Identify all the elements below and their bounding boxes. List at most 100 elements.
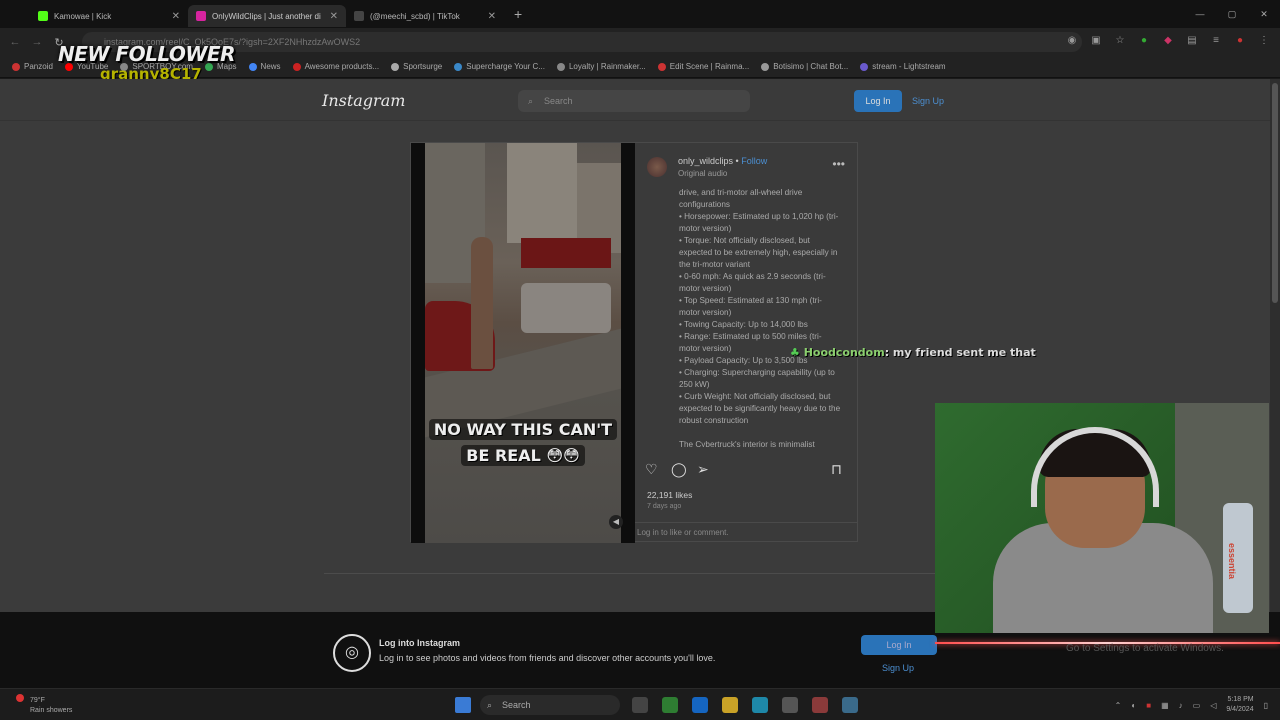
scrollbar-thumb[interactable] bbox=[1272, 83, 1278, 303]
weather-widget[interactable]: 79°F Rain showers bbox=[16, 694, 72, 716]
bookmark-icon bbox=[860, 62, 869, 71]
login-bar-login-button[interactable]: Log In bbox=[861, 635, 937, 655]
maximize-icon[interactable]: ▢ bbox=[1216, 9, 1248, 20]
extension-icon[interactable]: ◆ bbox=[1162, 35, 1174, 47]
kick-icon bbox=[38, 11, 48, 21]
clock-date: 9/4/2024 bbox=[1226, 706, 1254, 713]
page-scrollbar[interactable] bbox=[1270, 79, 1280, 612]
bookmark-loyalty[interactable]: Loyalty | Rainmaker... bbox=[553, 62, 650, 71]
bookmark-lightstream[interactable]: stream - Lightstream bbox=[856, 62, 949, 71]
task-view-icon[interactable] bbox=[632, 697, 648, 713]
search-icon: ⌕ bbox=[528, 96, 534, 106]
volume-icon[interactable]: ◁ bbox=[1210, 701, 1216, 710]
reel-video[interactable]: NO WAY THIS CAN'T BE REAL 😳😳 ◀ bbox=[411, 143, 635, 543]
chat-text: : my friend sent me that bbox=[884, 346, 1036, 359]
login-bar-title: Log into Instagram bbox=[379, 638, 460, 648]
close-icon[interactable]: ✕ bbox=[172, 11, 180, 22]
tray-app-icon[interactable]: ▦ bbox=[1161, 701, 1169, 710]
windows-start-icon[interactable] bbox=[455, 697, 471, 713]
new-tab-button[interactable]: + bbox=[514, 6, 522, 22]
shield-icon[interactable]: ● bbox=[1138, 35, 1150, 47]
close-icon[interactable]: ✕ bbox=[330, 11, 338, 22]
forward-icon[interactable]: → bbox=[26, 36, 48, 48]
tray-app-icon[interactable]: ■ bbox=[1146, 701, 1151, 710]
description-line: • Charging: Supercharging capability (up… bbox=[679, 368, 835, 389]
mute-icon[interactable]: ◀ bbox=[609, 515, 623, 529]
bookmark-botisimo[interactable]: Botisimo | Chat Bot... bbox=[757, 62, 852, 71]
puzzle-icon[interactable]: ▤ bbox=[1186, 35, 1198, 47]
water-bottle: essentia bbox=[1223, 503, 1253, 613]
bookmark-label: Panzoid bbox=[24, 62, 53, 71]
star-icon[interactable]: ☆ bbox=[1114, 35, 1126, 47]
chevron-up-icon[interactable]: ⌃ bbox=[1115, 701, 1122, 710]
edge-icon[interactable] bbox=[752, 697, 768, 713]
login-bar-signup-link[interactable]: Sign Up bbox=[882, 663, 914, 673]
description-line: • 0-60 mph: As quick as 2.9 seconds (tri… bbox=[679, 272, 826, 293]
store-icon[interactable] bbox=[692, 697, 708, 713]
tab-instagram[interactable]: OnlyWildClips | Just another di ✕ bbox=[188, 5, 346, 27]
chrome-icon[interactable] bbox=[842, 697, 858, 713]
instagram-icon bbox=[196, 11, 206, 21]
instagram-logo[interactable]: Instagram bbox=[322, 91, 405, 110]
bookmark-sportsurge[interactable]: Sportsurge bbox=[387, 62, 446, 71]
window-controls: — ▢ ✕ bbox=[1184, 0, 1280, 28]
video-caption: NO WAY THIS CAN'T BE REAL 😳😳 bbox=[425, 417, 621, 469]
back-icon[interactable]: ← bbox=[4, 36, 26, 48]
bookmark-edit-scene[interactable]: Edit Scene | Rainma... bbox=[654, 62, 753, 71]
heart-icon[interactable]: ♡ bbox=[645, 461, 658, 478]
network-icon[interactable]: ▭ bbox=[1193, 701, 1201, 710]
signup-link[interactable]: Sign Up bbox=[912, 90, 944, 112]
taskbar-apps bbox=[632, 697, 858, 713]
bookmark-icon bbox=[556, 62, 565, 71]
clock[interactable]: 5:18 PM 9/4/2024 bbox=[1226, 695, 1253, 715]
close-window-icon[interactable]: ✕ bbox=[1248, 9, 1280, 20]
building bbox=[507, 143, 577, 243]
comment-icon[interactable]: ◯ bbox=[671, 461, 687, 478]
bookmark-label: Loyalty | Rainmaker... bbox=[568, 62, 646, 71]
tray-app-icon[interactable]: ◐ bbox=[1131, 701, 1136, 710]
search-input[interactable]: ⌕ Search bbox=[518, 90, 750, 112]
app-icon[interactable] bbox=[662, 697, 678, 713]
cast-icon[interactable]: ▣ bbox=[1090, 35, 1102, 47]
notification-icon[interactable]: ▯ bbox=[1264, 701, 1268, 710]
login-button[interactable]: Log In bbox=[854, 90, 902, 112]
menu-list-icon[interactable]: ≡ bbox=[1210, 35, 1222, 47]
stream-chat-message: ♣ Hoodcondom: my friend sent me that bbox=[790, 346, 1036, 359]
chrome-icon[interactable] bbox=[782, 697, 798, 713]
audio-label[interactable]: Original audio bbox=[678, 169, 727, 178]
windows-taskbar: 79°F Rain showers ⌕ Search ⌃ ◐ ■ ▦ ♪ ▭ ◁… bbox=[0, 688, 1280, 720]
chrome-icon[interactable] bbox=[812, 697, 828, 713]
bookmark-awesome-products[interactable]: Awesome products... bbox=[289, 62, 384, 71]
bookmark-save-icon[interactable]: ⊓ bbox=[831, 461, 842, 478]
tab-kick[interactable]: Kamowae | Kick ✕ bbox=[30, 5, 188, 27]
post-actions: ♡ ◯ ➢ ⊓ bbox=[645, 461, 845, 479]
bookmark-news[interactable]: News bbox=[245, 62, 285, 71]
cafe-table bbox=[521, 283, 611, 333]
bookmark-panzoid[interactable]: Panzoid bbox=[8, 62, 57, 71]
share-icon[interactable]: ➢ bbox=[697, 461, 709, 478]
instagram-camera-icon: ◎ bbox=[333, 634, 371, 672]
description-line bbox=[679, 427, 841, 439]
weather-icon bbox=[16, 694, 24, 702]
bookmark-supercharge[interactable]: Supercharge Your C... bbox=[450, 62, 549, 71]
description-line: • Top Speed: Estimated at 130 mph (tri-m… bbox=[679, 296, 822, 317]
likes-count[interactable]: 22,191 likes bbox=[647, 490, 692, 500]
more-icon[interactable]: ⋮ bbox=[1258, 35, 1270, 47]
avatar[interactable] bbox=[647, 157, 667, 177]
bookmark-label: News bbox=[260, 62, 281, 71]
minimize-icon[interactable]: — bbox=[1184, 9, 1216, 19]
taskbar-search[interactable]: ⌕ Search bbox=[480, 695, 620, 715]
folder-icon[interactable] bbox=[722, 697, 738, 713]
close-icon[interactable]: ✕ bbox=[488, 11, 496, 22]
comment-prompt[interactable]: Log in to like or comment. bbox=[635, 522, 857, 543]
more-options-icon[interactable]: ••• bbox=[832, 157, 845, 171]
follow-button[interactable]: Follow bbox=[741, 156, 767, 166]
username-link[interactable]: only_wildclips bbox=[678, 156, 733, 166]
tab-tiktok[interactable]: (@meechi_scbd) | TikTok ✕ bbox=[346, 5, 504, 27]
eye-icon[interactable]: ◉ bbox=[1066, 35, 1078, 47]
post-time[interactable]: 7 days ago bbox=[647, 503, 681, 510]
microphone-icon[interactable]: ♪ bbox=[1179, 701, 1183, 710]
webcam-feed: essentia bbox=[935, 403, 1269, 633]
bookmark-icon bbox=[292, 62, 301, 71]
profile-icon[interactable]: ● bbox=[1234, 35, 1246, 47]
